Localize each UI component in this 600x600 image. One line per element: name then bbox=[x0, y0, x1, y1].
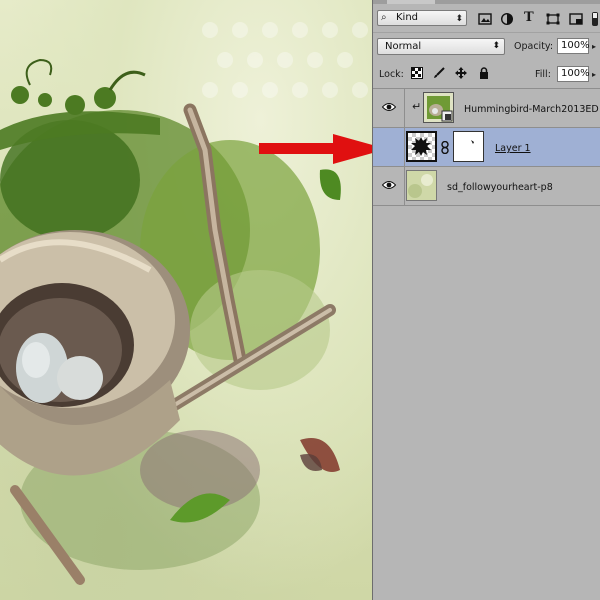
annotation-arrow bbox=[259, 134, 387, 164]
layer-row-layer-1[interactable]: Layer 1 bbox=[373, 128, 600, 167]
type-filter-icon[interactable]: T bbox=[524, 10, 534, 25]
eye-icon[interactable] bbox=[382, 180, 396, 190]
layer-thumbnail[interactable] bbox=[423, 92, 454, 123]
layers-list-empty-area[interactable] bbox=[373, 206, 600, 600]
chevron-updown-icon: ⬍ bbox=[492, 41, 500, 51]
layer-row-hummingbird[interactable]: ↵ Hummingbird-March2013ED bbox=[373, 89, 600, 128]
visibility-column-divider bbox=[404, 89, 405, 127]
search-icon: ⌕ bbox=[381, 12, 387, 23]
fill-label: Fill: bbox=[535, 69, 551, 80]
filter-kind-value: Kind bbox=[396, 12, 419, 23]
smart-object-filter-icon[interactable] bbox=[569, 13, 583, 25]
eye-icon[interactable] bbox=[382, 102, 396, 112]
lock-label: Lock: bbox=[379, 69, 404, 80]
blend-mode-value: Normal bbox=[385, 41, 422, 52]
lock-row: Lock: Fill: 100% ▸ bbox=[373, 60, 600, 89]
layer-row-sd-followyourheart[interactable]: sd_followyourheart-p8 bbox=[373, 167, 600, 206]
visibility-column-divider bbox=[404, 128, 405, 166]
filter-row: ⌕ Kind ⬍ T bbox=[373, 4, 600, 33]
opacity-slider-arrow-icon[interactable]: ▸ bbox=[592, 42, 596, 51]
opacity-label: Opacity: bbox=[514, 41, 554, 52]
shape-filter-icon[interactable] bbox=[546, 13, 560, 25]
image-filter-icon[interactable] bbox=[478, 13, 492, 25]
filter-kind-select[interactable]: ⌕ Kind ⬍ bbox=[377, 10, 467, 26]
layer-thumbnail[interactable] bbox=[406, 170, 437, 201]
clipping-arrow-icon: ↵ bbox=[412, 100, 422, 113]
document-canvas[interactable] bbox=[0, 0, 372, 600]
lock-transparency-icon[interactable] bbox=[411, 67, 423, 79]
chevron-updown-icon: ⬍ bbox=[455, 14, 463, 24]
layer-mask-thumbnail[interactable] bbox=[453, 131, 484, 162]
visibility-column-divider bbox=[404, 167, 405, 205]
lock-position-icon[interactable] bbox=[455, 67, 467, 79]
blend-row: Normal ⬍ Opacity: 100% ▸ bbox=[373, 33, 600, 60]
adjustment-filter-icon[interactable] bbox=[500, 13, 514, 25]
layer-name[interactable]: Hummingbird-March2013ED bbox=[464, 104, 599, 115]
layers-panel: ⌕ Kind ⬍ T Normal ⬍ Opacity: 100% ▸ Lock… bbox=[372, 0, 600, 600]
fill-slider-arrow-icon[interactable]: ▸ bbox=[592, 70, 596, 79]
layer-name[interactable]: Layer 1 bbox=[495, 143, 531, 154]
layer-thumbnail[interactable] bbox=[406, 131, 437, 162]
layer-name[interactable]: sd_followyourheart-p8 bbox=[447, 182, 553, 193]
blend-mode-select[interactable]: Normal ⬍ bbox=[377, 38, 505, 55]
link-icon[interactable] bbox=[441, 141, 449, 154]
canvas-artwork bbox=[0, 22, 368, 585]
opacity-input[interactable]: 100% bbox=[557, 38, 590, 54]
fill-input[interactable]: 100% bbox=[557, 66, 590, 82]
lock-all-icon[interactable] bbox=[478, 67, 490, 79]
filter-toggle-switch[interactable] bbox=[591, 12, 599, 26]
lock-image-icon[interactable] bbox=[433, 67, 445, 79]
